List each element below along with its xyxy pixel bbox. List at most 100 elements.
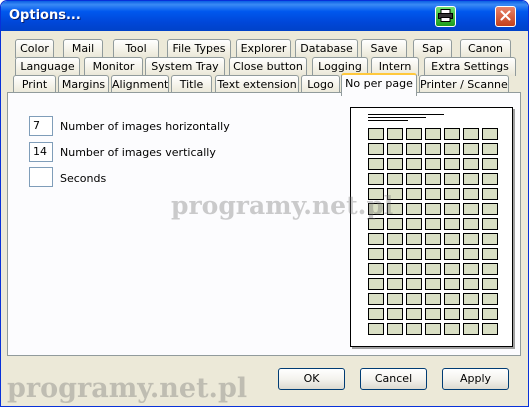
preview-image-grid bbox=[368, 128, 498, 335]
preview-cell bbox=[368, 128, 384, 140]
preview-cell bbox=[406, 203, 422, 215]
preview-cell bbox=[482, 293, 498, 305]
close-button[interactable] bbox=[495, 6, 516, 27]
tab-monitor[interactable]: Monitor bbox=[84, 57, 143, 76]
tab-sap[interactable]: Sap bbox=[413, 39, 452, 58]
preview-cell bbox=[406, 188, 422, 200]
preview-cell bbox=[425, 323, 441, 335]
preview-cell bbox=[406, 323, 422, 335]
preview-cell bbox=[444, 248, 460, 260]
preview-cell bbox=[368, 278, 384, 290]
preview-cell bbox=[425, 218, 441, 230]
preview-cell bbox=[482, 173, 498, 185]
preview-cell bbox=[425, 308, 441, 320]
tab-file-types[interactable]: File Types bbox=[167, 39, 231, 58]
preview-cell bbox=[406, 248, 422, 260]
preview-cell bbox=[406, 128, 422, 140]
preview-cell bbox=[406, 158, 422, 170]
tab-database[interactable]: Database bbox=[295, 39, 358, 58]
preview-cell bbox=[444, 188, 460, 200]
preview-cell bbox=[444, 263, 460, 275]
preview-cell bbox=[368, 188, 384, 200]
preview-cell bbox=[406, 218, 422, 230]
preview-cell bbox=[425, 233, 441, 245]
tab-mail[interactable]: Mail bbox=[63, 39, 103, 58]
preview-cell bbox=[406, 233, 422, 245]
tab-save[interactable]: Save bbox=[361, 39, 407, 58]
ok-button[interactable]: OK bbox=[278, 368, 345, 390]
tab-tool[interactable]: Tool bbox=[113, 39, 159, 58]
preview-cell bbox=[444, 293, 460, 305]
preview-cell bbox=[387, 128, 403, 140]
preview-cell bbox=[387, 143, 403, 155]
tab-explorer[interactable]: Explorer bbox=[236, 39, 291, 58]
preview-cell bbox=[444, 278, 460, 290]
horizontal-count-label: Number of images horizontally bbox=[60, 120, 230, 133]
preview-cell bbox=[482, 233, 498, 245]
preview-cell bbox=[368, 293, 384, 305]
preview-cell bbox=[406, 143, 422, 155]
preview-cell bbox=[463, 293, 479, 305]
printer-icon bbox=[438, 8, 453, 25]
tab-system-tray[interactable]: System Tray bbox=[145, 57, 225, 76]
tab-language[interactable]: Language bbox=[15, 57, 80, 76]
preview-cell bbox=[368, 248, 384, 260]
preview-cell bbox=[387, 218, 403, 230]
preview-cell bbox=[482, 308, 498, 320]
tab-canon[interactable]: Canon bbox=[460, 39, 511, 58]
title-bar[interactable]: Options... bbox=[1, 1, 528, 31]
preview-cell bbox=[444, 128, 460, 140]
preview-cell bbox=[425, 248, 441, 260]
tab-color[interactable]: Color bbox=[15, 39, 54, 58]
preview-cell bbox=[463, 158, 479, 170]
vertical-count-input[interactable]: 14 bbox=[29, 142, 53, 162]
preview-cell bbox=[463, 173, 479, 185]
preview-cell bbox=[482, 143, 498, 155]
preview-cell bbox=[463, 128, 479, 140]
tab-no-per-page[interactable]: No per page bbox=[341, 73, 417, 96]
preview-cell bbox=[482, 158, 498, 170]
tab-panel-no-per-page: 7 Number of images horizontally 14 Numbe… bbox=[7, 92, 521, 356]
vertical-count-label: Number of images vertically bbox=[60, 146, 216, 159]
preview-cell bbox=[368, 143, 384, 155]
seconds-input[interactable] bbox=[29, 167, 53, 187]
preview-cell bbox=[387, 188, 403, 200]
preview-title-line bbox=[368, 117, 426, 118]
preview-cell bbox=[463, 188, 479, 200]
preview-cell bbox=[368, 323, 384, 335]
preview-cell bbox=[463, 308, 479, 320]
preview-cell bbox=[387, 263, 403, 275]
preview-cell bbox=[444, 218, 460, 230]
preview-cell bbox=[406, 293, 422, 305]
preview-cell bbox=[482, 188, 498, 200]
preview-cell bbox=[387, 173, 403, 185]
preview-cell bbox=[482, 218, 498, 230]
preview-cell bbox=[482, 263, 498, 275]
preview-cell bbox=[444, 143, 460, 155]
preview-cell bbox=[387, 203, 403, 215]
cancel-button[interactable]: Cancel bbox=[360, 368, 427, 390]
preview-cell bbox=[387, 293, 403, 305]
preview-cell bbox=[425, 263, 441, 275]
apply-button[interactable]: Apply bbox=[442, 368, 509, 390]
seconds-label: Seconds bbox=[60, 172, 107, 185]
tab-extra-settings[interactable]: Extra Settings bbox=[424, 57, 516, 76]
preview-cell bbox=[387, 158, 403, 170]
preview-cell bbox=[368, 203, 384, 215]
preview-cell bbox=[425, 173, 441, 185]
preview-cell bbox=[425, 158, 441, 170]
preview-cell bbox=[425, 203, 441, 215]
print-button[interactable] bbox=[435, 6, 456, 27]
preview-cell bbox=[482, 128, 498, 140]
preview-cell bbox=[387, 308, 403, 320]
preview-cell bbox=[387, 278, 403, 290]
preview-cell bbox=[444, 158, 460, 170]
preview-cell bbox=[387, 233, 403, 245]
options-window: Options... Color Mail Tool File Types Ex… bbox=[0, 0, 529, 407]
preview-cell bbox=[463, 203, 479, 215]
preview-cell bbox=[425, 143, 441, 155]
tab-close-button[interactable]: Close button bbox=[229, 57, 307, 76]
close-icon bbox=[500, 10, 511, 24]
horizontal-count-input[interactable]: 7 bbox=[29, 116, 53, 136]
preview-cell bbox=[368, 263, 384, 275]
